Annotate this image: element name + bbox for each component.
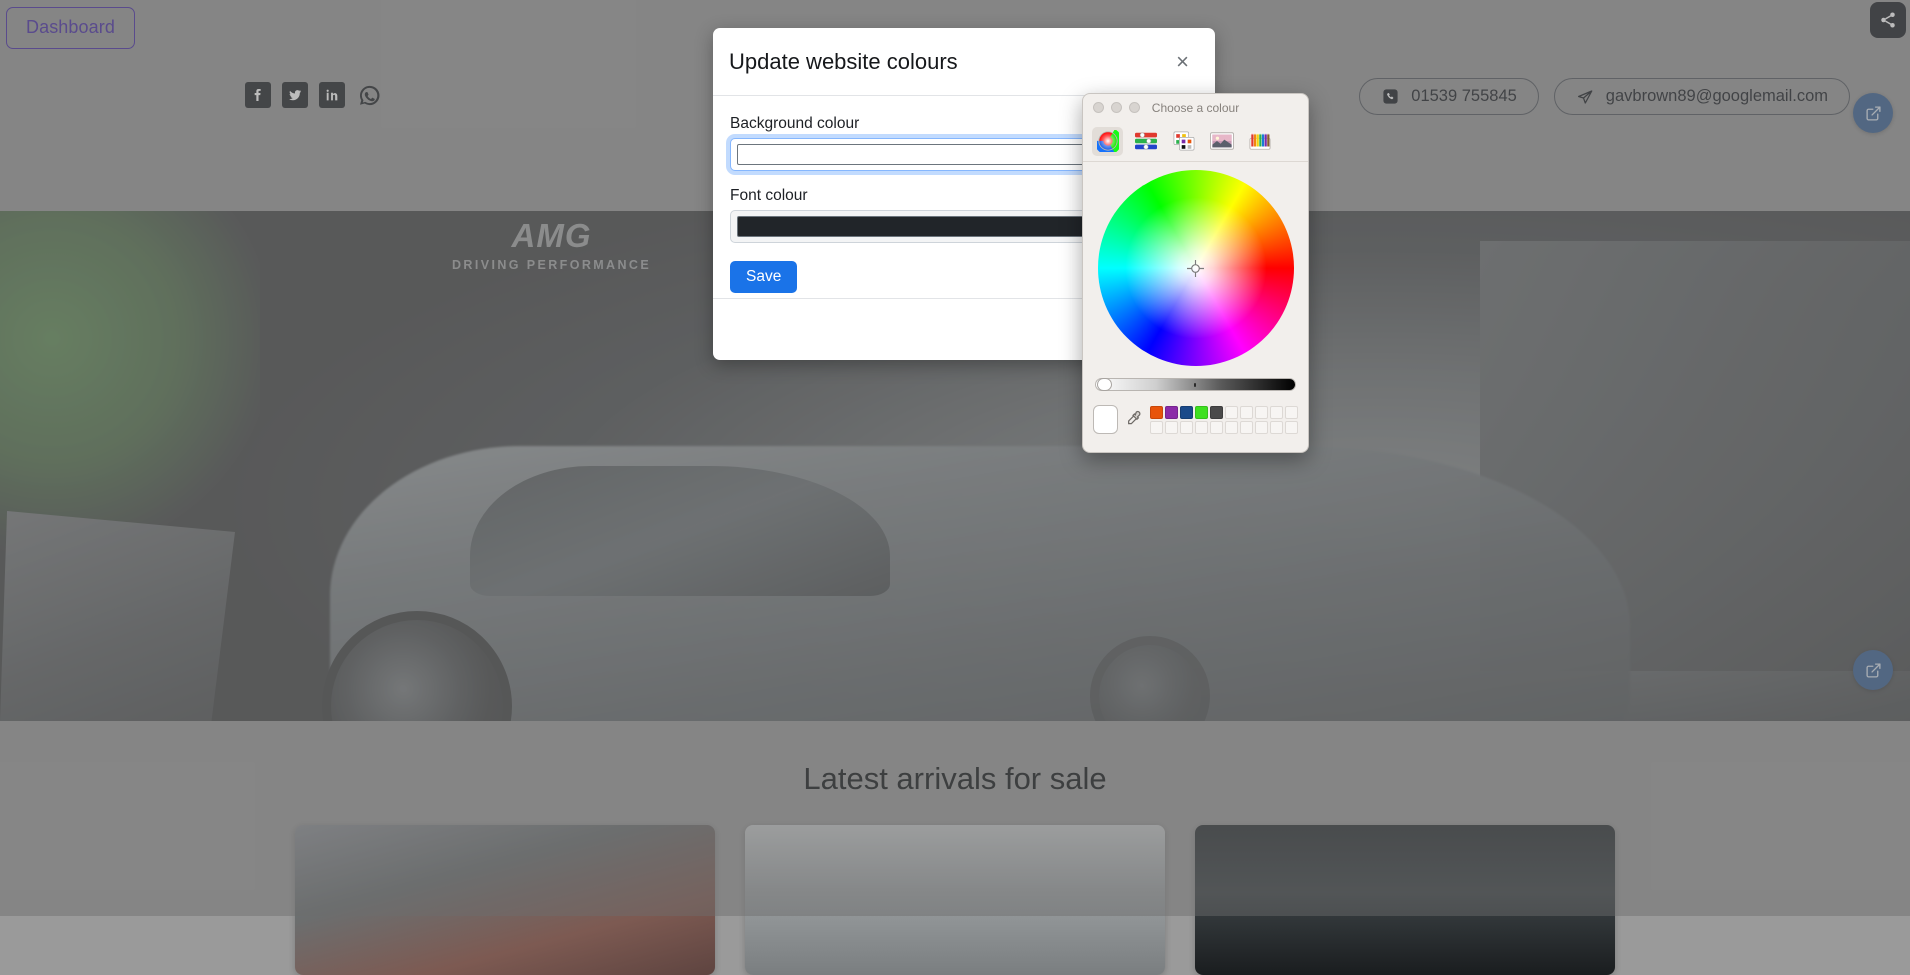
brightness-slider-tick <box>1194 383 1196 387</box>
brightness-slider[interactable] <box>1095 378 1296 391</box>
colour-palettes-tool[interactable] <box>1168 127 1199 156</box>
swatch[interactable] <box>1225 406 1238 419</box>
colour-picker-window: Choose a colour <box>1082 93 1309 453</box>
pencils-tool[interactable] <box>1244 127 1275 156</box>
swatch[interactable] <box>1150 421 1163 434</box>
colour-sliders-tool[interactable] <box>1130 127 1161 156</box>
save-button[interactable]: Save <box>730 261 797 293</box>
colour-picker-titlebar[interactable]: Choose a colour <box>1083 94 1308 121</box>
swatch[interactable] <box>1195 406 1208 419</box>
swatch[interactable] <box>1165 406 1178 419</box>
minimise-button[interactable] <box>1111 102 1122 113</box>
modal-title: Update website colours <box>729 49 958 75</box>
swatch[interactable] <box>1255 406 1268 419</box>
brightness-slider-knob[interactable] <box>1097 378 1112 391</box>
close-icon[interactable]: × <box>1172 49 1193 75</box>
swatch[interactable] <box>1240 421 1253 434</box>
colour-wheel-crosshair <box>1187 260 1204 277</box>
swatch[interactable] <box>1285 406 1298 419</box>
zoom-button[interactable] <box>1129 102 1140 113</box>
selected-colour-swatch[interactable] <box>1093 405 1118 434</box>
swatch[interactable] <box>1180 406 1193 419</box>
image-palettes-tool[interactable] <box>1206 127 1237 156</box>
swatch[interactable] <box>1240 406 1253 419</box>
swatch[interactable] <box>1285 421 1298 434</box>
swatch[interactable] <box>1225 421 1238 434</box>
swatch[interactable] <box>1180 421 1193 434</box>
close-button[interactable] <box>1093 102 1104 113</box>
window-controls <box>1083 102 1140 113</box>
swatch[interactable] <box>1270 406 1283 419</box>
colour-wheel-tool[interactable] <box>1092 127 1123 156</box>
eyedropper-icon[interactable] <box>1126 407 1142 432</box>
swatch[interactable] <box>1150 406 1163 419</box>
swatch[interactable] <box>1270 421 1283 434</box>
colour-wheel-area[interactable] <box>1083 162 1308 374</box>
colour-swatch-grid <box>1150 406 1298 434</box>
swatch[interactable] <box>1210 406 1223 419</box>
modal-header: Update website colours × <box>713 28 1215 96</box>
swatch[interactable] <box>1210 421 1223 434</box>
swatch[interactable] <box>1195 421 1208 434</box>
colour-picker-toolbar <box>1083 121 1308 162</box>
colour-picker-bottom <box>1083 391 1308 434</box>
swatch[interactable] <box>1165 421 1178 434</box>
swatch[interactable] <box>1255 421 1268 434</box>
